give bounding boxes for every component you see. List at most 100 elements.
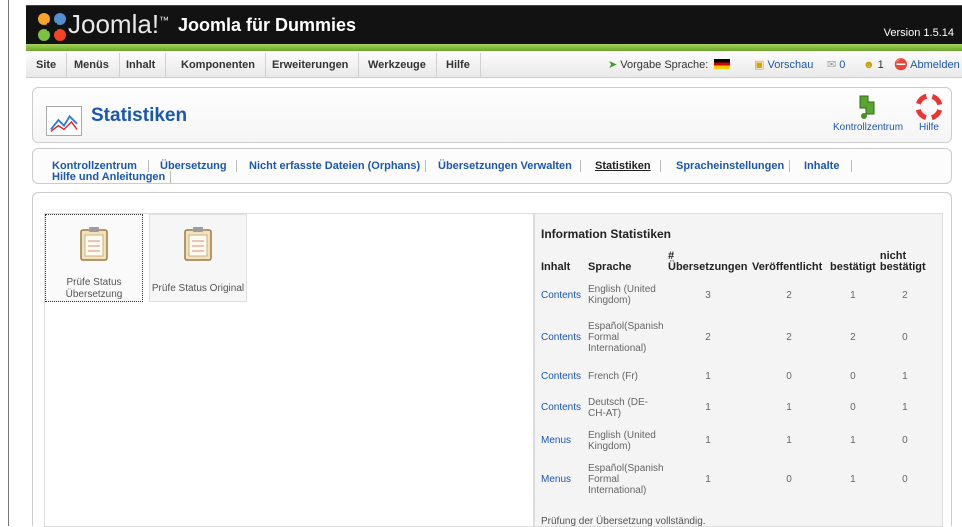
quick-buttons-panel: Prüfe Status Übersetzung Prüfe Status Or… [44, 213, 534, 527]
menu-help[interactable]: Hilfe [436, 53, 481, 78]
preview-link[interactable]: ▣ Vorschau [754, 53, 813, 78]
submenu-help-guides[interactable]: Hilfe und Anleitungen [52, 171, 165, 183]
control-center-icon [859, 95, 875, 119]
unconfirmed-cell: 1 [902, 370, 908, 382]
content-panel: Prüfe Status Übersetzung Prüfe Status Or… [32, 192, 952, 527]
published-cell: 1 [786, 402, 792, 413]
submenu-divider [789, 160, 790, 172]
logout-icon: ⛔ [894, 59, 908, 71]
submenu-manage-translations[interactable]: Übersetzungen Verwalten [438, 160, 572, 172]
version-label: Version 1.5.14 [883, 27, 954, 39]
language-cell: Español(Spanish Formal International) [588, 462, 664, 496]
submenu-divider [425, 160, 426, 172]
unconfirmed-cell: 2 [902, 289, 908, 301]
submenu-bar: Kontrollzentrum Übersetzung Nicht erfass… [32, 148, 952, 184]
submenu-divider [580, 160, 581, 172]
submenu-divider [170, 171, 171, 183]
site-title: Joomla für Dummies [178, 15, 357, 35]
table-row: Contents French (Fr) 1 0 0 1 [539, 361, 932, 391]
published-cell: 0 [786, 473, 792, 485]
column-header-confirmed: bestätigt [830, 261, 876, 273]
table-row: Menus English (United Kingdom) 1 1 1 0 [539, 424, 932, 457]
check-original-status-button[interactable]: Prüfe Status Original [149, 214, 247, 302]
table-row: Contents English (United Kingdom) 3 2 1 … [539, 277, 932, 313]
submenu-contents[interactable]: Inhalte [804, 160, 839, 172]
confirmed-cell: 0 [850, 370, 856, 382]
table-header-row: Inhalt Sprache # Übersetzungen Veröffentl… [539, 251, 932, 277]
toolbar-panel: Statistiken Kontrollzentrum Hilfe [32, 87, 952, 143]
translations-cell: 1 [705, 473, 711, 485]
menu-extensions[interactable]: Erweiterungen [262, 53, 360, 78]
menu-components[interactable]: Komponenten [171, 53, 266, 78]
check-translation-status-button[interactable]: Prüfe Status Übersetzung [45, 214, 143, 302]
language-cell: French (Fr) [588, 370, 638, 382]
help-button[interactable]: Hilfe [911, 94, 947, 133]
header-accent-bar [26, 44, 962, 51]
language-cell: Deutsch (DE-CH-AT) [588, 396, 649, 419]
button-label: Prüfe Status Original [151, 283, 245, 294]
column-header-not-confirmed: nicht bestätigt [879, 250, 926, 273]
admin-header: Joomla!™ Joomla für Dummies Version 1.5.… [26, 5, 962, 49]
main-menubar: Site Menüs Inhalt Komponenten Erweiterun… [26, 53, 962, 78]
translations-cell: 1 [705, 435, 711, 446]
submenu-divider [660, 160, 661, 172]
messages-link[interactable]: ✉ 0 [827, 53, 845, 78]
content-type-link[interactable]: Menus [539, 424, 586, 457]
unconfirmed-cell: 0 [902, 473, 908, 485]
content-type-link[interactable]: Contents [539, 313, 586, 361]
clipboard-icon [80, 227, 108, 261]
logout-link[interactable]: ⛔ Abmelden [894, 53, 960, 78]
joomla-logo-icon [38, 13, 66, 41]
submenu-statistics[interactable]: Statistiken [595, 160, 651, 172]
column-header-published: Veröffentlicht [752, 261, 823, 273]
default-language-status[interactable]: ➤ Vorgabe Sprache: [608, 53, 731, 78]
confirmed-cell: 1 [850, 435, 856, 446]
column-header-language: Sprache [588, 261, 632, 273]
menu-site[interactable]: Site [26, 53, 68, 78]
language-icon: ➤ [608, 59, 618, 71]
content-type-link[interactable]: Contents [539, 391, 586, 424]
table-row: Contents Español(Spanish Formal Internat… [539, 313, 932, 361]
menu-content[interactable]: Inhalt [116, 53, 167, 78]
published-cell: 2 [786, 331, 792, 343]
page-title: Statistiken [91, 105, 188, 126]
logo-text: Joomla!™ [68, 9, 170, 39]
preview-icon: ▣ [754, 59, 765, 71]
users-online[interactable]: ☻ 1 [863, 53, 884, 78]
statistics-chart-icon [46, 106, 82, 136]
statistics-table: Inhalt Sprache # Übersetzungen Veröffentl… [539, 251, 932, 501]
published-cell: 0 [786, 370, 792, 382]
content-type-link[interactable]: Menus [539, 457, 586, 501]
published-cell: 2 [786, 289, 792, 301]
column-header-content: Inhalt [541, 261, 571, 273]
users-icon: ☻ [863, 59, 875, 71]
published-cell: 1 [786, 435, 792, 446]
table-row: Menus Español(Spanish Formal Internation… [539, 457, 932, 501]
translations-cell: 2 [705, 331, 711, 343]
submenu-language-settings[interactable]: Spracheinstellungen [676, 160, 784, 172]
confirmed-cell: 1 [850, 289, 856, 301]
clipboard-icon [184, 227, 212, 261]
confirmed-cell: 0 [850, 402, 856, 413]
messages-icon: ✉ [827, 59, 837, 71]
translations-cell: 1 [705, 402, 711, 413]
translations-cell: 1 [705, 370, 711, 382]
menu-menus[interactable]: Menüs [64, 53, 120, 78]
statistics-panel: Information Statistiken Inhalt Sprache #… [534, 213, 943, 527]
submenu-divider [236, 160, 237, 172]
language-cell: English (United Kingdom) [588, 284, 656, 306]
language-cell: English (United Kingdom) [588, 429, 656, 452]
column-header-translations: # Übersetzungen [668, 250, 748, 273]
table-row: Contents Deutsch (DE-CH-AT) 1 1 0 1 [539, 391, 932, 424]
german-flag-icon [714, 59, 731, 69]
control-center-button[interactable]: Kontrollzentrum [833, 94, 903, 133]
submenu-orphans[interactable]: Nicht erfasste Dateien (Orphans) [249, 160, 420, 172]
content-type-link[interactable]: Contents [539, 361, 586, 391]
unconfirmed-cell: 0 [902, 331, 908, 343]
content-type-link[interactable]: Contents [539, 277, 586, 313]
menu-tools[interactable]: Werkzeuge [358, 53, 437, 78]
translations-cell: 3 [705, 289, 711, 301]
unconfirmed-cell: 0 [902, 435, 908, 446]
button-label: Prüfe Status Übersetzung [65, 277, 123, 300]
statistics-title: Information Statistiken [541, 227, 672, 241]
